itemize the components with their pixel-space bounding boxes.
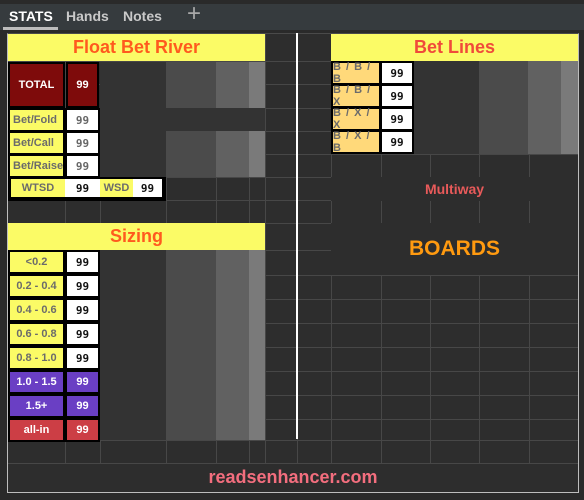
shade-band [166, 250, 216, 440]
footer-link[interactable]: readsenhancer.com [8, 467, 578, 488]
float-bet-river-header: Float Bet River [8, 34, 265, 61]
sizing-label: 0.6 - 0.8 [8, 322, 65, 346]
shade-band [166, 131, 216, 177]
shade-band [100, 108, 265, 131]
bet-call-value[interactable]: 99 [65, 131, 100, 155]
plus-icon[interactable]: + [184, 2, 204, 26]
bet-fold-value[interactable]: 99 [65, 108, 100, 132]
shade-band [249, 131, 265, 177]
shade-band [249, 250, 265, 440]
bet-line-label: B / X / X [331, 107, 381, 131]
sizing-label: 1.0 - 1.5 [8, 370, 65, 394]
sizing-value[interactable]: 99 [65, 274, 100, 298]
shade-band [100, 131, 166, 177]
bet-raise-label: Bet/Raise [8, 154, 65, 178]
boards-label[interactable]: BOARDS [331, 237, 578, 261]
column-divider [296, 33, 298, 439]
bet-call-label: Bet/Call [8, 131, 65, 155]
shade-band [216, 62, 249, 108]
sizing-value[interactable]: 99 [65, 370, 100, 394]
wsd-label: WSD [100, 179, 133, 197]
shade-band [100, 62, 166, 108]
sizing-value[interactable]: 99 [65, 418, 100, 442]
sizing-label: 0.4 - 0.6 [8, 298, 65, 322]
shade-band [479, 61, 528, 154]
shade-band [561, 61, 578, 154]
sizing-value[interactable]: 99 [65, 346, 100, 370]
bet-raise-value[interactable]: 99 [65, 154, 100, 178]
active-tab-indicator [3, 27, 58, 30]
bet-line-value[interactable]: 99 [380, 130, 414, 154]
sizing-value[interactable]: 99 [65, 322, 100, 346]
bet-line-label: B / B / B [331, 61, 381, 85]
bet-line-label: B / B / X [331, 84, 381, 108]
bet-fold-label: Bet/Fold [8, 108, 65, 132]
sizing-value[interactable]: 99 [65, 298, 100, 322]
wtsd-label: WTSD [11, 179, 65, 197]
bet-line-value[interactable]: 99 [380, 107, 414, 131]
wtsd-value[interactable]: 99 [65, 179, 100, 197]
sizing-label: 0.8 - 1.0 [8, 346, 65, 370]
shade-band [216, 250, 249, 440]
shade-band [100, 250, 166, 440]
sizing-value[interactable]: 99 [65, 250, 100, 274]
bet-line-label: B / X / B [331, 130, 381, 154]
total-value[interactable]: 99 [66, 62, 99, 108]
sizing-label: 0.2 - 0.4 [8, 274, 65, 298]
bet-lines-header: Bet Lines [331, 34, 578, 61]
bet-line-value[interactable]: 99 [380, 61, 414, 85]
sizing-label: <0.2 [8, 250, 65, 274]
grid-line-vertical [265, 34, 266, 492]
tab-hands[interactable]: Hands [66, 8, 109, 24]
shade-band [216, 131, 249, 177]
tab-stats[interactable]: STATS [9, 8, 53, 24]
sizing-label: 1.5+ [8, 394, 65, 418]
bet-line-value[interactable]: 99 [380, 84, 414, 108]
tab-notes[interactable]: Notes [123, 8, 162, 24]
shade-band [166, 62, 216, 108]
multiway-label[interactable]: Multiway [331, 181, 578, 197]
wsd-value[interactable]: 99 [133, 179, 162, 197]
sizing-label: all-in [8, 418, 65, 442]
shade-band [249, 62, 265, 108]
sizing-value[interactable]: 99 [65, 394, 100, 418]
sizing-header: Sizing [8, 223, 265, 250]
total-label: TOTAL [8, 62, 65, 108]
shade-band [528, 61, 561, 154]
